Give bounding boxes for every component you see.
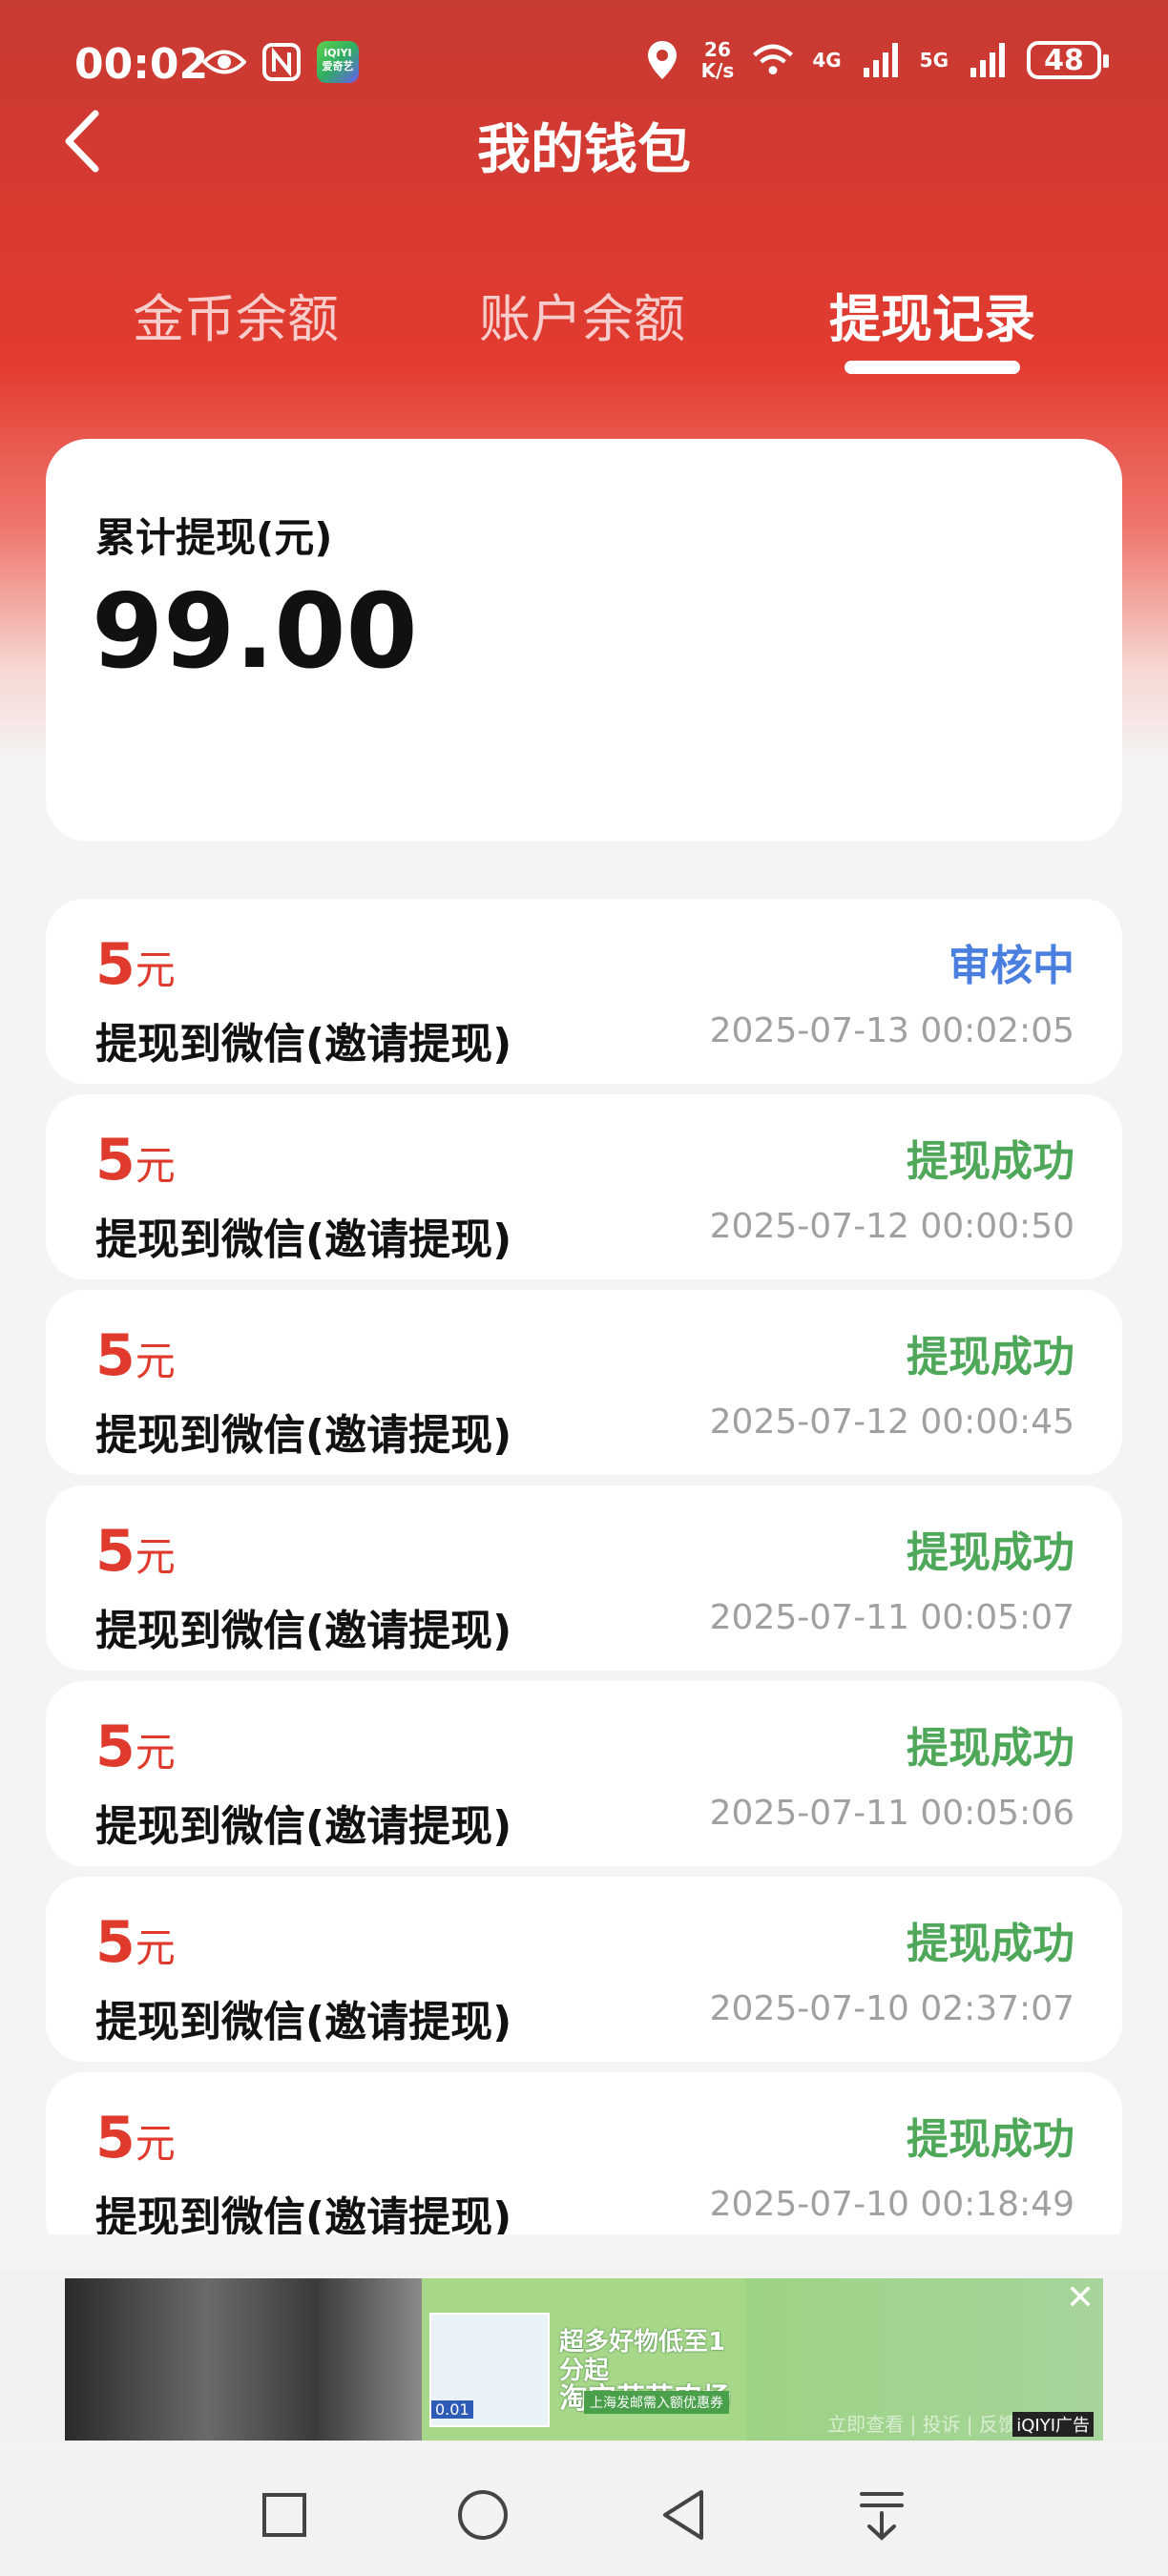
record-amount: 5元 xyxy=(95,1518,176,1585)
ad-faint-text: 立即查看 | 投诉 | 反馈 xyxy=(827,2413,1017,2436)
record-status: 提现成功 xyxy=(907,1528,1074,1577)
record-timestamp: 2025-07-11 00:05:07 xyxy=(709,1598,1074,1637)
net-speed-unit: K/s xyxy=(700,59,735,82)
tab-withdraw-records[interactable]: 提现记录 xyxy=(789,277,1075,352)
ad-headline-line1: 超多好物低至1分起 xyxy=(559,2328,726,2385)
total-withdraw-label: 累计提现(元) xyxy=(95,514,333,561)
recent-apps-button[interactable] xyxy=(256,2486,313,2544)
notification-pull-icon xyxy=(860,2492,904,2541)
ad-banner[interactable]: 0.01 超多好物低至1分起 淘宝芭芭农场 上海发邮需入额优惠券 立即查看 | … xyxy=(65,2278,1103,2441)
ad-image-left xyxy=(65,2278,422,2441)
net-speed: 26 K/s xyxy=(701,39,735,81)
withdraw-record-row[interactable]: 5元提现到微信(邀请提现) 审核中 2025-07-13 00:02:05 xyxy=(46,899,1122,1084)
page-title: 我的钱包 xyxy=(477,119,691,181)
home-icon xyxy=(458,2490,508,2540)
record-timestamp: 2025-07-10 02:37:07 xyxy=(709,1989,1074,2028)
record-amount-unit: 元 xyxy=(135,1924,176,1971)
ad-image-middle: 0.01 超多好物低至1分起 淘宝芭芭农场 上海发邮需入额优惠券 xyxy=(422,2278,746,2441)
record-amount: 5元 xyxy=(95,1714,176,1780)
recent-apps-icon xyxy=(262,2493,306,2537)
record-amount-unit: 元 xyxy=(135,946,176,993)
record-amount-value: 5 xyxy=(95,1322,136,1389)
ad-strip: 0.01 超多好物低至1分起 淘宝芭芭农场 上海发邮需入额优惠券 立即查看 | … xyxy=(0,2271,1168,2442)
withdraw-record-list[interactable]: 5元 提现到微信(邀请提现) 审核中 2025-07-13 00:02:05 5元 提现到… xyxy=(46,899,1122,2234)
ad-tag: 上海发邮需入额优惠券 xyxy=(584,2391,729,2414)
record-timestamp: 2025-07-10 00:18:49 xyxy=(709,2185,1074,2224)
record-timestamp: 2025-07-12 00:00:50 xyxy=(709,1207,1074,1246)
withdraw-record-row[interactable]: 5元提现到微信(邀请提现) 提现成功 2025-07-12 00:00:45 xyxy=(46,1290,1122,1475)
record-amount-unit: 元 xyxy=(135,1338,176,1384)
ad-image-right: 立即查看 | 投诉 | 反馈 iQIYI广告 xyxy=(746,2278,1103,2441)
record-amount-unit: 元 xyxy=(135,1533,176,1580)
record-amount-unit: 元 xyxy=(135,1142,176,1189)
record-amount: 5元 xyxy=(95,931,176,998)
eye-icon xyxy=(202,40,246,84)
back-icon xyxy=(663,2490,703,2540)
location-icon xyxy=(640,38,684,82)
record-status: 审核中 xyxy=(949,942,1074,990)
withdraw-record-row[interactable]: 5元提现到微信(邀请提现) 提现成功 2025-07-11 00:05:06 xyxy=(46,1681,1122,1866)
ad-price: 0.01 xyxy=(431,2400,473,2419)
summary-card: 累计提现(元) 99.00 xyxy=(46,439,1122,841)
record-timestamp: 2025-07-13 00:02:05 xyxy=(709,1011,1074,1050)
home-button[interactable] xyxy=(454,2486,511,2544)
battery-icon: 48 xyxy=(1027,41,1109,79)
withdraw-record-row[interactable]: 5元提现到微信(邀请提现) 提现成功 2025-07-10 00:18:49 xyxy=(46,2072,1122,2234)
ad-brand-label: iQIYI广告 xyxy=(1012,2412,1094,2437)
network-5g-label: 5G xyxy=(919,49,949,72)
signal-icon xyxy=(966,38,1010,82)
total-withdraw-value: 99.00 xyxy=(92,572,418,692)
tab-account-balance[interactable]: 账户余额 xyxy=(439,277,725,352)
tab-bar: 金币余额 账户余额 提现记录 xyxy=(0,277,1168,382)
record-description: 提现到微信(邀请提现) xyxy=(95,1802,512,1851)
notification-pull-button[interactable] xyxy=(853,2486,910,2544)
record-amount: 5元 xyxy=(95,1127,176,1194)
record-status: 提现成功 xyxy=(907,1137,1074,1186)
record-amount: 5元 xyxy=(95,2105,176,2171)
record-status: 提现成功 xyxy=(907,2115,1074,2164)
record-amount-value: 5 xyxy=(95,1127,136,1194)
record-amount: 5元 xyxy=(95,1909,176,1976)
record-description: 提现到微信(邀请提现) xyxy=(95,1607,512,1655)
status-left-icons: iQIYI 爱奇艺 xyxy=(202,40,359,84)
withdraw-record-row[interactable]: 5元提现到微信(邀请提现) 提现成功 2025-07-11 00:05:07 xyxy=(46,1485,1122,1671)
record-timestamp: 2025-07-12 00:00:45 xyxy=(709,1402,1074,1442)
wifi-icon xyxy=(751,38,795,82)
nfc-icon xyxy=(260,40,303,84)
status-time: 00:02 xyxy=(74,40,209,89)
record-description: 提现到微信(邀请提现) xyxy=(95,2193,512,2234)
record-status: 提现成功 xyxy=(907,1920,1074,1968)
record-amount-value: 5 xyxy=(95,931,136,998)
record-amount-value: 5 xyxy=(95,1909,136,1976)
record-amount-unit: 元 xyxy=(135,1729,176,1776)
record-timestamp: 2025-07-11 00:05:06 xyxy=(709,1794,1074,1833)
record-status: 提现成功 xyxy=(907,1724,1074,1773)
record-status: 提现成功 xyxy=(907,1333,1074,1381)
system-nav-bar xyxy=(0,2452,1168,2576)
record-amount: 5元 xyxy=(95,1322,176,1389)
signal-icon xyxy=(859,38,903,82)
status-bar: 00:02 iQIYI 爱奇艺 26 K/s 4G 5G 48 xyxy=(0,29,1168,105)
record-amount-unit: 元 xyxy=(135,2120,176,2167)
tab-coin-balance[interactable]: 金币余额 xyxy=(93,277,379,352)
back-nav-button[interactable] xyxy=(655,2486,712,2544)
tab-active-indicator xyxy=(845,361,1020,374)
record-amount-value: 5 xyxy=(95,1518,136,1585)
record-amount-value: 5 xyxy=(95,2105,136,2171)
status-right-icons: 26 K/s 4G 5G 48 xyxy=(640,38,1109,82)
record-amount-value: 5 xyxy=(95,1714,136,1780)
record-description: 提现到微信(邀请提现) xyxy=(95,1411,512,1460)
net-speed-value: 26 xyxy=(704,38,731,61)
close-icon[interactable]: ✕ xyxy=(1063,2281,1097,2316)
withdraw-record-row[interactable]: 5元提现到微信(邀请提现) 提现成功 2025-07-10 02:37:07 xyxy=(46,1877,1122,2062)
iqiyi-app-icon: iQIYI 爱奇艺 xyxy=(317,41,359,83)
withdraw-record-row[interactable]: 5元提现到微信(邀请提现) 提现成功 2025-07-12 00:00:50 xyxy=(46,1094,1122,1279)
record-description: 提现到微信(邀请提现) xyxy=(95,1215,512,1264)
record-description: 提现到微信(邀请提现) xyxy=(95,1020,512,1069)
record-description: 提现到微信(邀请提现) xyxy=(95,1998,512,2046)
network-4g-label: 4G xyxy=(812,49,842,72)
